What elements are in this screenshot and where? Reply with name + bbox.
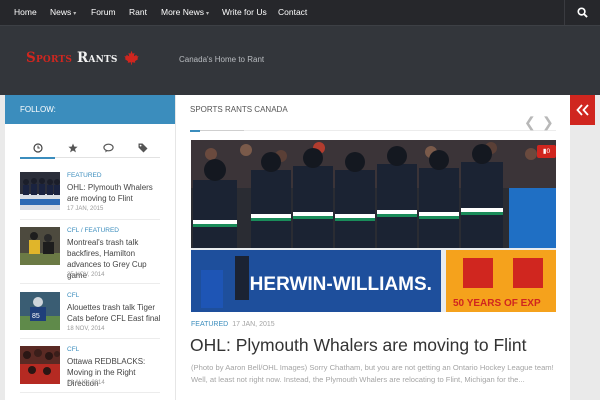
- comment-count-badge[interactable]: ▮0: [537, 145, 556, 158]
- hockey-team-thumbnail: [20, 172, 60, 210]
- follow-label: FOLLOW:: [20, 105, 56, 114]
- nav-label: Rant: [129, 7, 147, 17]
- post-date: 17 JAN, 2015: [67, 206, 104, 212]
- divider: [20, 283, 160, 284]
- post-date: 28 AUG, 2014: [67, 380, 105, 386]
- site-logo[interactable]: Sports Rants: [26, 50, 139, 70]
- post-title[interactable]: Alouettes trash talk Tiger Cats before C…: [67, 302, 163, 324]
- featured-category[interactable]: FEATURED: [191, 321, 228, 328]
- nav-item-news[interactable]: News ▾: [50, 0, 76, 25]
- post-thumbnail[interactable]: [20, 346, 60, 384]
- tab-tags[interactable]: [125, 140, 160, 158]
- site-tagline: Canada's Home to Rant: [179, 55, 265, 64]
- site-header: Sports Rants Canada's Home to Rant: [0, 25, 600, 95]
- nav-item-forum[interactable]: Forum: [91, 0, 116, 25]
- list-item[interactable]: CFL Ottawa REDBLACKS: Moving in the Righ…: [20, 346, 160, 388]
- sidebar: FOLLOW: FEATURED OHL: Plymouth Whalers a…: [5, 95, 175, 400]
- nav-item-rant[interactable]: Rant: [129, 0, 147, 25]
- tab-recent[interactable]: [20, 140, 55, 159]
- slider-indicator[interactable]: [200, 130, 244, 131]
- divider: [20, 219, 160, 220]
- double-chevron-left-icon: [576, 104, 589, 116]
- featured-image[interactable]: SHERWIN-WILLIAMS. 50 YEARS OF EXP: [191, 140, 556, 312]
- post-thumbnail[interactable]: [20, 227, 60, 265]
- post-thumbnail[interactable]: [20, 172, 60, 210]
- post-category[interactable]: CFL: [67, 292, 79, 299]
- list-item[interactable]: CFL / FEATURED Montreal's trash talk bac…: [20, 227, 160, 280]
- featured-meta: FEATURED 17 JAN, 2015: [191, 321, 275, 328]
- chevron-down-icon: ▾: [73, 11, 77, 17]
- nav-label: News: [50, 7, 72, 17]
- featured-title[interactable]: OHL: Plymouth Whalers are moving to Flin…: [190, 335, 527, 356]
- post-category[interactable]: CFL: [67, 346, 79, 353]
- comment-count: 0: [546, 148, 551, 155]
- nav-label: Forum: [91, 7, 116, 17]
- nav-label: Write for Us: [222, 7, 267, 17]
- hockey-bench-photo: SHERWIN-WILLIAMS. 50 YEARS OF EXP: [191, 140, 556, 312]
- post-category[interactable]: FEATURED: [67, 172, 102, 179]
- logo-word-rants: Rants: [76, 50, 118, 66]
- tab-popular[interactable]: [55, 140, 90, 158]
- football-thumbnail: 85: [20, 292, 60, 330]
- nav-item-home[interactable]: Home: [14, 0, 37, 25]
- sidebar-toggle-button[interactable]: [570, 95, 595, 125]
- featured-excerpt: (Photo by Aaron Bell/OHL Images) Sorry C…: [191, 363, 554, 384]
- chevron-down-icon: ▾: [205, 11, 209, 17]
- clock-icon: [33, 143, 43, 153]
- slider-next-icon[interactable]: ❯: [542, 115, 554, 129]
- sidebar-tabs: [20, 140, 160, 159]
- divider: [190, 130, 556, 131]
- post-date: 25 NOV, 2014: [67, 272, 105, 278]
- post-category[interactable]: CFL / FEATURED: [67, 227, 119, 234]
- svg-text:85: 85: [32, 313, 40, 320]
- divider: [20, 338, 160, 339]
- search-button[interactable]: [564, 0, 600, 25]
- nav-item-write-for-us[interactable]: Write for Us: [222, 0, 267, 25]
- divider: [20, 392, 160, 393]
- top-nav: Home News ▾ Forum Rant More News ▾ Write f…: [0, 0, 600, 25]
- comments-icon: [103, 143, 114, 153]
- section-title: SPORTS RANTS CANADA: [190, 105, 288, 114]
- search-icon: [577, 7, 588, 18]
- nav-item-more-news[interactable]: More News ▾: [161, 0, 209, 25]
- tags-icon: [138, 143, 148, 153]
- nav-label: Contact: [278, 7, 308, 17]
- post-title[interactable]: OHL: Plymouth Whalers are moving to Flin…: [67, 182, 163, 204]
- ad-text: SHERWIN-WILLIAMS.: [237, 274, 432, 295]
- slider-prev-icon[interactable]: ❮: [524, 115, 536, 129]
- main-content: SPORTS RANTS CANADA ❮ ❯ SHERWIN-WILLIAMS…: [175, 95, 570, 400]
- nav-label: More News: [161, 7, 204, 17]
- logo-word-sports: Sports: [26, 50, 73, 66]
- slider-indicator-active[interactable]: [190, 130, 200, 132]
- featured-date: 17 JAN, 2015: [232, 321, 275, 328]
- list-item[interactable]: FEATURED OHL: Plymouth Whalers are movin…: [20, 172, 160, 212]
- list-item[interactable]: 85 CFL Alouettes trash talk Tiger Cats b…: [20, 292, 163, 334]
- post-thumbnail[interactable]: 85: [20, 292, 60, 330]
- ad-text-2: 50 YEARS OF EXP: [453, 298, 541, 309]
- post-date: 18 NOV, 2014: [67, 326, 105, 332]
- star-icon: [68, 143, 78, 153]
- follow-bar: FOLLOW:: [5, 95, 175, 124]
- nav-item-contact[interactable]: Contact: [278, 0, 307, 25]
- maple-leaf-icon: [123, 50, 139, 65]
- page-background: [570, 125, 600, 400]
- nav-label: Home: [14, 7, 37, 17]
- tab-comments[interactable]: [90, 140, 125, 158]
- football-thumbnail: [20, 227, 60, 265]
- crowd-thumbnail: [20, 346, 60, 384]
